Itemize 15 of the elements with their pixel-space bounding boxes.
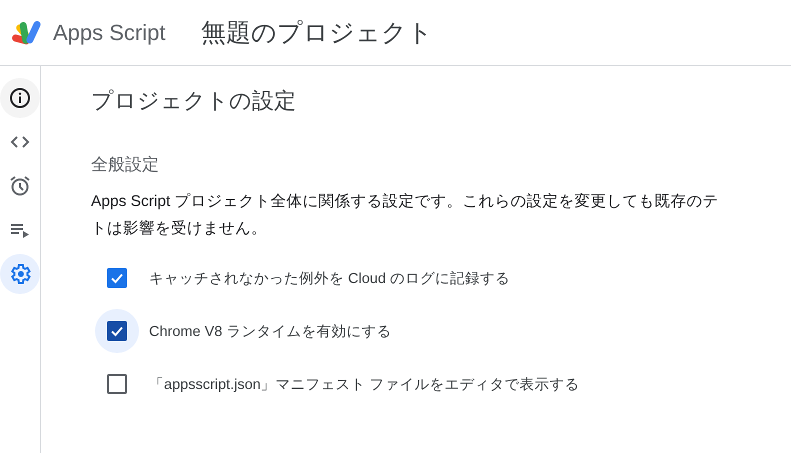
page-title: プロジェクトの設定 — [91, 87, 297, 115]
checkbox[interactable] — [107, 374, 127, 394]
section-description: Apps Script プロジェクト全体に関係する設定です。これらの設定を変更しても既存のテ トは影響を受けません。 — [91, 192, 720, 239]
checkbox-label: Chrome V8 ランタイムを有効にする — [149, 322, 392, 340]
project-title[interactable]: 無題のプロジェクト — [201, 16, 433, 49]
info-icon — [8, 86, 32, 110]
nav-button[interactable] — [0, 78, 40, 118]
app-name: Apps Script — [53, 20, 166, 46]
checkbox-label: 「appsscript.json」マニフェスト ファイルをエディタで表示する — [149, 376, 580, 394]
alarm-clock-icon — [8, 174, 32, 198]
checkbox-label: キャッチされなかった例外を Cloud のログに記録する — [149, 270, 510, 288]
checkbox[interactable] — [107, 268, 127, 288]
settings-icon — [8, 262, 32, 286]
section-title: 全般設定 — [91, 154, 160, 176]
checkbox[interactable] — [107, 321, 127, 341]
